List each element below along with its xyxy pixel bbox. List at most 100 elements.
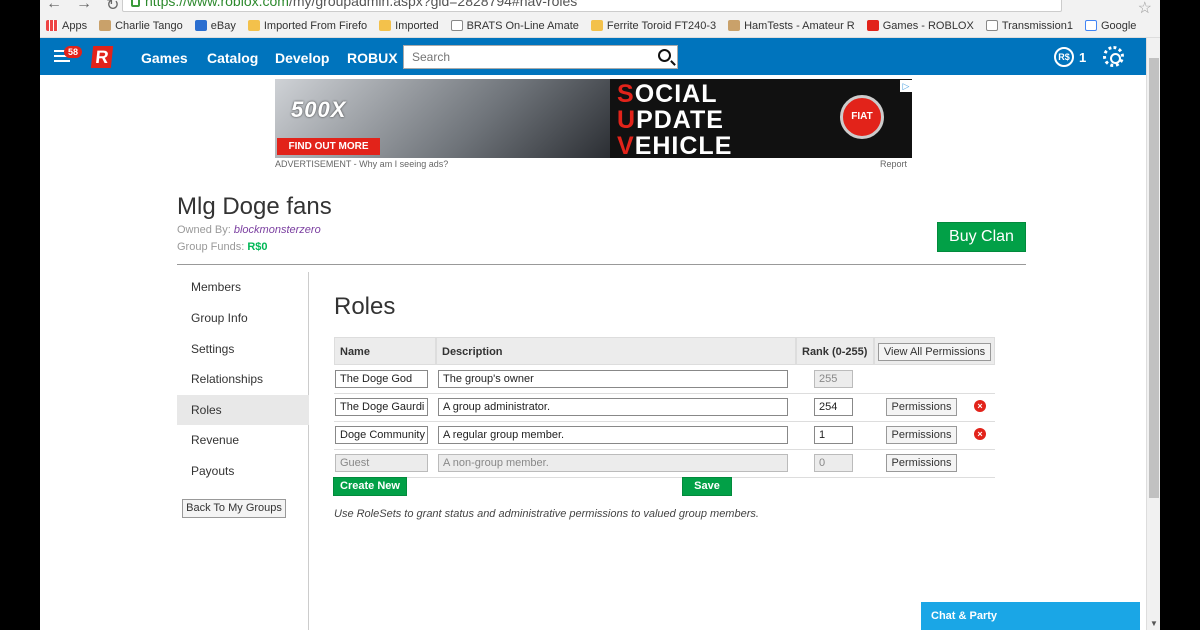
ad-headline: SOCIAL UPDATE VEHICLE [617, 81, 732, 158]
group-funds: Group Funds: R$0 [177, 241, 268, 253]
ad-choices-icon[interactable]: ▷ [900, 80, 912, 92]
ad-car-logo: 500X [291, 97, 347, 122]
roblox-logo[interactable]: R [90, 46, 114, 68]
sidebar-item-relationships[interactable]: Relationships [177, 364, 309, 394]
bookmark-imported[interactable]: Imported [379, 20, 439, 32]
table-row: Guest A non-group member. 0 Permissions [334, 450, 995, 478]
search-input[interactable] [404, 46, 644, 68]
role-name-input[interactable]: The Doge Gaurdi [335, 398, 428, 416]
sidebar-item-revenue[interactable]: Revenue [177, 425, 309, 455]
browser-nav-buttons: ← → ↻ [46, 0, 119, 15]
forward-arrow-icon[interactable]: → [76, 0, 92, 15]
search-box [403, 45, 678, 69]
bookmark-hamtests[interactable]: HamTests - Amateur R [728, 20, 855, 32]
bookmark-ebay[interactable]: eBay [194, 20, 236, 32]
roblox-icon [866, 20, 879, 31]
ad-caption[interactable]: ADVERTISEMENT - Why am I seeing ads? [275, 159, 448, 169]
page-icon [450, 20, 463, 31]
nav-robux[interactable]: ROBUX [347, 50, 398, 66]
permissions-button[interactable]: Permissions [886, 426, 957, 444]
page-icon [985, 20, 998, 31]
bookmark-apps[interactable]: Apps [46, 20, 87, 32]
gear-icon[interactable] [1103, 46, 1124, 67]
browser-window: ← → ↻ https://www.roblox.com/my/groupadm… [40, 0, 1160, 630]
sidebar-item-roles[interactable]: Roles [177, 395, 309, 425]
role-name-input[interactable]: Doge Community [335, 426, 428, 444]
bookmark-google[interactable]: Google [1084, 20, 1136, 32]
nav-develop[interactable]: Develop [275, 50, 329, 66]
roles-help-text: Use RoleSets to grant status and adminis… [334, 508, 759, 520]
site-icon [99, 20, 112, 31]
advertisement-banner[interactable]: 500X FIND OUT MORE SOCIAL UPDATE VEHICLE… [275, 79, 912, 158]
ebay-icon [194, 20, 207, 31]
sidebar-item-payouts[interactable]: Payouts [177, 456, 309, 486]
scrollbar-thumb[interactable] [1149, 58, 1159, 498]
bookmarks-bar: Apps Charlie Tango eBay Imported From Fi… [40, 14, 1160, 38]
delete-icon[interactable]: × [974, 400, 986, 412]
table-row: Doge Community A regular group member. 1… [334, 422, 995, 450]
save-button[interactable]: Save [682, 477, 732, 496]
header-name: Name [334, 337, 436, 365]
role-rank-input: 255 [814, 370, 853, 388]
bookmark-brats[interactable]: BRATS On-Line Amate [450, 20, 579, 32]
buy-clan-button[interactable]: Buy Clan [937, 222, 1026, 252]
bookmark-charlie-tango[interactable]: Charlie Tango [99, 20, 183, 32]
permissions-button[interactable]: Permissions [886, 454, 957, 472]
ad-headline-line: VEHICLE [617, 132, 733, 158]
bookmark-ferrite[interactable]: Ferrite Toroid FT240-3 [590, 20, 716, 32]
role-description-input: A non-group member. [438, 454, 788, 472]
group-name: Mlg Doge fans [177, 193, 332, 220]
bookmark-imported-firefox[interactable]: Imported From Firefo [247, 20, 367, 32]
bookmark-games-roblox[interactable]: Games - ROBLOX [866, 20, 974, 32]
scroll-down-arrow-icon[interactable]: ▼ [1150, 619, 1158, 628]
robux-icon[interactable]: R$ [1054, 47, 1074, 67]
google-icon [1084, 20, 1097, 31]
nav-games[interactable]: Games [141, 50, 188, 66]
folder-icon [379, 20, 392, 31]
group-owner: Owned By: blockmonsterzero [177, 224, 321, 236]
divider [177, 264, 1026, 265]
admin-sidebar: Members Group Info Settings Relationship… [177, 272, 309, 630]
funds-value: R$0 [247, 241, 268, 253]
role-name-input: Guest [335, 454, 428, 472]
role-description-input[interactable]: A group administrator. [438, 398, 788, 416]
create-new-button[interactable]: Create New [333, 477, 407, 496]
robux-balance[interactable]: 1 [1079, 50, 1086, 65]
ad-headline-line: UPDATE [617, 106, 724, 134]
search-icon[interactable] [658, 49, 671, 62]
sidebar-item-members[interactable]: Members [177, 272, 309, 302]
owner-link[interactable]: blockmonsterzero [234, 224, 321, 236]
role-rank-input[interactable]: 254 [814, 398, 853, 416]
sidebar-item-settings[interactable]: Settings [177, 334, 309, 364]
ad-find-out-more-button[interactable]: FIND OUT MORE [277, 138, 380, 155]
page-title: Roles [334, 293, 396, 320]
view-all-permissions-button[interactable]: View All Permissions [878, 343, 991, 361]
back-to-groups-button[interactable]: Back To My Groups [182, 499, 286, 518]
roblox-navbar: 58 R Games Catalog Develop ROBUX R$ 1 [40, 38, 1160, 75]
header-description: Description [436, 337, 796, 365]
reload-icon[interactable]: ↻ [106, 0, 119, 15]
lock-icon [131, 0, 140, 7]
role-name-input[interactable]: The Doge God [335, 370, 428, 388]
url-text: https://www.roblox.com/my/groupadmin.asp… [145, 0, 578, 9]
fiat-logo: FIAT [840, 95, 884, 139]
role-description-input[interactable]: The group's owner [438, 370, 788, 388]
role-rank-input[interactable]: 1 [814, 426, 853, 444]
back-arrow-icon[interactable]: ← [46, 0, 62, 15]
bookmark-transmission[interactable]: Transmission1 [985, 20, 1073, 32]
address-bar-area: ← → ↻ https://www.roblox.com/my/groupadm… [40, 0, 1160, 17]
role-description-input[interactable]: A regular group member. [438, 426, 788, 444]
chat-party-button[interactable]: Chat & Party [921, 602, 1140, 630]
nav-catalog[interactable]: Catalog [207, 50, 258, 66]
url-input[interactable]: https://www.roblox.com/my/groupadmin.asp… [122, 0, 1062, 12]
folder-icon [247, 20, 260, 31]
ad-report-link[interactable]: Report [880, 159, 907, 169]
permissions-button[interactable]: Permissions [886, 398, 957, 416]
scrollbar[interactable]: ▼ [1146, 38, 1160, 630]
apps-grid-icon [46, 20, 58, 31]
ad-headline-line: SOCIAL [617, 80, 718, 108]
table-row: The Doge God The group's owner 255 [334, 366, 995, 394]
delete-icon[interactable]: × [974, 428, 986, 440]
sidebar-item-group-info[interactable]: Group Info [177, 303, 309, 333]
role-rank-input: 0 [814, 454, 853, 472]
